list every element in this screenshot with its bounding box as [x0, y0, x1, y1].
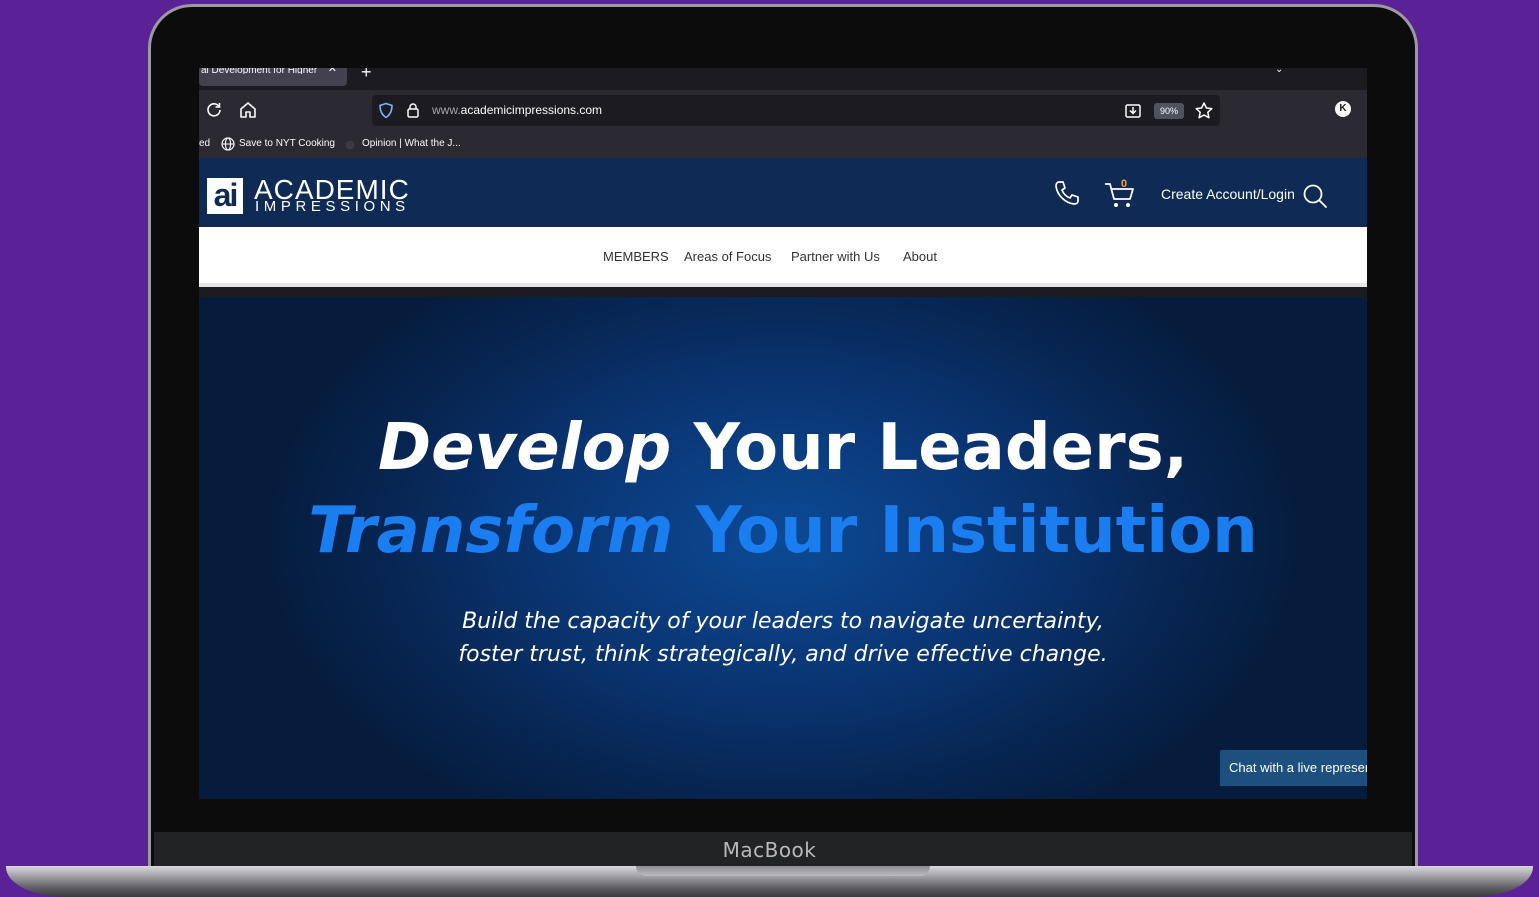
home-icon[interactable] — [237, 99, 259, 121]
profile-avatar[interactable]: K — [1335, 101, 1351, 117]
screen: al Development for Higher ✕ + ⌄ www.acad… — [199, 68, 1367, 799]
star-icon[interactable] — [1194, 101, 1214, 120]
url-prefix: www. — [432, 103, 461, 117]
chevron-down-icon[interactable]: ⌄ — [1275, 68, 1283, 75]
phone-icon[interactable] — [1053, 179, 1081, 207]
url-bar[interactable]: www.academicimpressions.com 90% — [372, 95, 1220, 126]
device-brand-label: MacBook — [722, 838, 817, 862]
reload-icon[interactable] — [203, 99, 225, 121]
hero-headline-line1: Develop Your Leaders, — [199, 411, 1367, 485]
hero-section: Develop Your Leaders, Transform Your Ins… — [199, 297, 1367, 799]
main-nav: MEMBERS Areas of Focus Partner with Us A… — [199, 227, 1367, 287]
hero-subtitle-line1: Build the capacity of your leaders to na… — [462, 609, 1104, 634]
tab-strip: al Development for Higher ✕ + ⌄ — [199, 68, 1367, 90]
browser-tab[interactable]: al Development for Higher ✕ — [199, 68, 347, 86]
laptop-notch — [636, 866, 930, 876]
hero-subtitle-line2: foster trust, think strategically, and d… — [458, 642, 1108, 667]
zoom-level[interactable]: 90% — [1154, 103, 1184, 119]
hero-emphasis-transform: Transform — [308, 494, 674, 568]
logo-mark: ai — [207, 178, 243, 214]
bookmark-item[interactable]: Opinion | What the J... — [362, 138, 461, 149]
bookmark-item[interactable]: ed — [199, 138, 210, 149]
hero-emphasis-develop: Develop — [377, 411, 672, 485]
nav-item-about[interactable]: About — [903, 249, 937, 264]
shield-icon[interactable] — [378, 102, 394, 119]
hero-subtitle: Build the capacity of your leaders to na… — [199, 605, 1367, 671]
download-icon[interactable] — [1124, 102, 1142, 119]
nav-item-partner[interactable]: Partner with Us — [791, 249, 880, 264]
live-chat-button[interactable]: Chat with a live representative — [1220, 750, 1367, 786]
cart-count-badge: 0 — [1121, 178, 1128, 190]
globe-icon — [221, 137, 235, 151]
close-icon[interactable]: ✕ — [328, 68, 337, 75]
site-header: ai ACADEMIC IMPRESSIONS 0 Create Account… — [199, 158, 1367, 227]
hero-line2-rest: Your Institution — [673, 494, 1258, 568]
url-domain: academicimpressions.com — [460, 103, 603, 117]
nyt-icon — [345, 139, 355, 151]
browser-toolbar: www.academicimpressions.com 90% K — [199, 90, 1367, 130]
bookmarks-bar: ed Save to NYT Cooking Opinion | What th… — [199, 130, 1367, 158]
hero-line1-rest: Your Leaders, — [671, 411, 1189, 485]
url-text[interactable]: www.academicimpressions.com — [432, 103, 602, 117]
bookmark-item[interactable]: Save to NYT Cooking — [239, 138, 335, 149]
lock-icon[interactable] — [406, 102, 420, 119]
tab-title: al Development for Higher — [201, 68, 318, 74]
new-tab-icon[interactable]: + — [361, 68, 372, 83]
nav-item-areas-of-focus[interactable]: Areas of Focus — [684, 249, 771, 264]
search-icon[interactable] — [1301, 182, 1329, 210]
hero-headline-line2: Transform Your Institution — [199, 494, 1367, 568]
login-link[interactable]: Create Account/Login — [1161, 186, 1295, 202]
nav-item-members[interactable]: MEMBERS — [603, 249, 669, 264]
logo-line2: IMPRESSIONS — [255, 198, 410, 215]
cart-icon[interactable] — [1103, 180, 1137, 210]
